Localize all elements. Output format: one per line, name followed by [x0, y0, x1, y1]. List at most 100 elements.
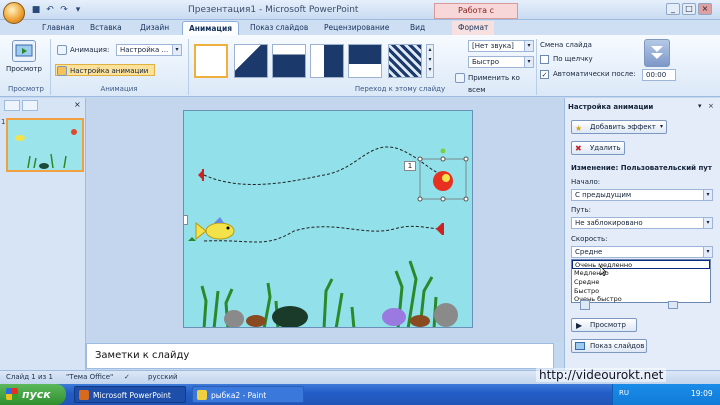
add-effect-button[interactable]: ★ Добавить эффект ▾ — [571, 120, 667, 134]
animation-icon — [57, 45, 67, 55]
path-label: Путь: — [571, 206, 591, 214]
animation-label: Анимация: — [56, 44, 109, 56]
animation-group-label: Анимация — [100, 85, 138, 93]
advance-time-field[interactable]: 00:00 — [642, 69, 676, 81]
remove-button[interactable]: ✖ Удалить — [571, 141, 625, 155]
tab-design[interactable]: Дизайн — [134, 21, 175, 35]
window-title: Презентация1 - Microsoft PowerPoint — [188, 5, 359, 15]
speed-option[interactable]: Очень медленно — [572, 260, 710, 269]
tab-home[interactable]: Главная — [36, 21, 80, 35]
transition-none[interactable] — [194, 44, 228, 78]
preview-button[interactable]: Просмотр — [6, 65, 42, 73]
language-indicator[interactable]: RU — [619, 389, 629, 397]
reorder-up-icon[interactable] — [580, 300, 590, 310]
chevron-down-icon: ▾ — [524, 57, 533, 67]
auto-advance-checkbox[interactable]: ✓ — [540, 70, 549, 79]
system-tray: RU 19:09 — [612, 384, 720, 405]
ribbon-separator — [50, 39, 51, 95]
ribbon-separator — [188, 39, 189, 95]
ribbon-separator — [536, 39, 537, 95]
auto-advance-label: Автоматически после: — [553, 70, 636, 78]
save-icon[interactable]: ■ — [30, 4, 42, 16]
speed-option[interactable]: Средне — [572, 278, 710, 287]
taskbar-paint[interactable]: рыбка2 - Paint — [192, 386, 304, 403]
chevron-down-icon: ▾ — [524, 41, 533, 51]
watermark: http://videourokt.net — [536, 368, 667, 382]
office-button[interactable] — [3, 2, 25, 24]
tab-format[interactable]: Формат — [452, 21, 495, 35]
preview-icon[interactable] — [12, 40, 36, 62]
slides-tab[interactable] — [4, 100, 20, 111]
on-click-label: По щелчку — [553, 55, 593, 63]
transition-speed-combo[interactable]: Быстро ▾ — [468, 56, 534, 68]
qat-dropdown-icon[interactable]: ▾ — [72, 4, 84, 16]
clock: 19:09 — [691, 389, 713, 398]
animation-combo[interactable]: Настройка ... ▾ — [116, 44, 182, 56]
speed-select[interactable]: Средне ▾ — [571, 246, 713, 258]
transition-fade[interactable] — [234, 44, 268, 78]
powerpoint-icon — [79, 390, 89, 400]
start-label: Начало: — [571, 178, 601, 186]
remove-icon: ✖ — [575, 144, 582, 153]
speed-option[interactable]: Очень быстро — [572, 295, 710, 304]
preview-animation-button[interactable]: ▶ Просмотр — [571, 318, 637, 332]
apply-to-all-button[interactable]: Применить ко всем — [454, 72, 538, 94]
mouse-cursor-icon — [599, 265, 608, 277]
preview-group-label: Просмотр — [8, 85, 44, 93]
close-icon[interactable]: × — [708, 102, 714, 110]
transition-cut[interactable] — [272, 44, 306, 78]
slide-thumbnail-number: 1 — [1, 118, 6, 126]
tab-animation[interactable]: Анимация — [182, 21, 240, 35]
slide-canvas[interactable]: 1 1 — [183, 110, 473, 328]
animation-marker[interactable]: 1 — [184, 215, 188, 225]
windows-logo-icon — [6, 388, 18, 400]
close-pane-icon[interactable]: × — [74, 100, 81, 109]
picture-tools-label: Работа с рисунками — [434, 3, 518, 29]
tab-insert[interactable]: Вставка — [84, 21, 128, 35]
custom-animation-button[interactable]: Настройка анимации — [55, 64, 155, 76]
theme-name: "Тема Office" — [66, 373, 114, 381]
animation-marker[interactable]: 1 — [404, 161, 416, 171]
slideshow-icon — [575, 342, 585, 350]
ribbon-tabs: Главная Вставка Дизайн Анимация Показ сл… — [0, 20, 720, 35]
slideshow-button[interactable]: Показ слайдов — [571, 339, 647, 353]
ribbon: Просмотр Просмотр Анимация: Настройка ..… — [0, 35, 720, 97]
start-button[interactable]: пуск — [0, 384, 66, 405]
slide-count: Слайд 1 из 1 — [6, 373, 53, 381]
spellcheck-icon[interactable]: ✓ — [124, 373, 130, 381]
transition-group-label: Переход к этому слайду — [354, 85, 446, 93]
chevron-down-icon: ▾ — [703, 247, 712, 257]
outline-tab[interactable] — [22, 100, 38, 111]
close-button[interactable]: × — [698, 3, 712, 15]
notes-pane[interactable]: Заметки к слайду — [86, 343, 554, 369]
taskbar-powerpoint[interactable]: Microsoft PowerPoint — [74, 386, 186, 403]
transition-push[interactable] — [348, 44, 382, 78]
tab-review[interactable]: Рецензирование — [318, 21, 395, 35]
path-select[interactable]: Не заблокировано ▾ — [571, 217, 713, 229]
slides-pane-tabs: × — [2, 100, 84, 112]
transition-gallery-scroll[interactable]: ▴ ▾ ▾ — [426, 44, 434, 78]
tab-slideshow[interactable]: Показ слайдов — [244, 21, 314, 35]
redo-icon[interactable]: ↷ — [58, 4, 70, 16]
speed-option[interactable]: Медленно — [572, 269, 710, 278]
maximize-button[interactable]: □ — [682, 3, 696, 15]
pane-options-icon[interactable]: ▾ — [698, 102, 702, 110]
minimize-button[interactable]: _ — [666, 3, 680, 15]
reorder-down-icon[interactable] — [668, 301, 678, 309]
transition-dissolve[interactable] — [388, 44, 422, 78]
chevron-down-icon: ▾ — [703, 190, 712, 200]
title-bar — [0, 0, 720, 20]
on-click-checkbox[interactable] — [540, 55, 549, 64]
star-icon: ★ — [575, 124, 583, 133]
chevron-down-icon: ▾ — [172, 45, 181, 55]
advance-slide-icon[interactable] — [644, 39, 670, 67]
transition-wipe[interactable] — [310, 44, 344, 78]
undo-icon[interactable]: ↶ — [44, 4, 56, 16]
language: русский — [148, 373, 178, 381]
start-select[interactable]: С предыдущим ▾ — [571, 189, 713, 201]
tab-view[interactable]: Вид — [404, 21, 431, 35]
slide-thumbnail[interactable] — [6, 118, 84, 172]
change-effect-label: Изменение: Пользовательский пут — [571, 164, 712, 172]
notes-placeholder: Заметки к слайду — [95, 350, 190, 361]
transition-sound-combo[interactable]: [Нет звука] ▾ — [468, 40, 534, 52]
